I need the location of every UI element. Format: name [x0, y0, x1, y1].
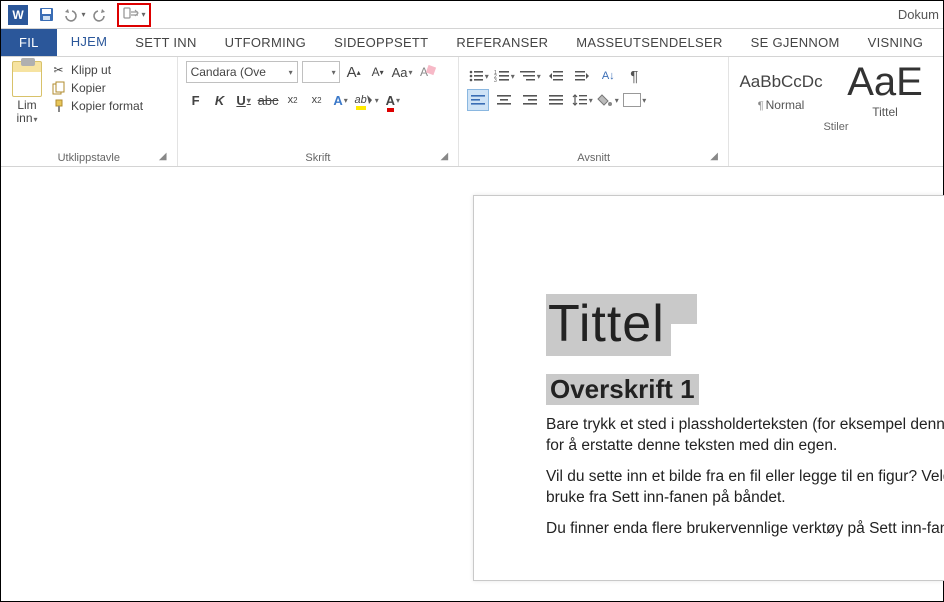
tab-mailings[interactable]: MASSEUTSENDELSER: [562, 29, 736, 56]
brush-icon: [51, 99, 66, 113]
bullets-button[interactable]: ▾: [467, 65, 489, 87]
font-family-value: Candara (Ove: [191, 65, 266, 79]
quick-access-toolbar: W ▾ ▾: [1, 3, 151, 27]
group-clipboard: Lim inn▾ ✂ Klipp ut Kopier: [1, 57, 178, 166]
increase-indent-button[interactable]: [571, 65, 593, 87]
clear-formatting-button[interactable]: A: [417, 61, 437, 83]
selection-tail: [669, 294, 697, 324]
shading-button[interactable]: ▾: [597, 89, 619, 111]
justify-button[interactable]: [545, 89, 567, 111]
style-title-preview: AaE: [847, 65, 923, 99]
tab-layout[interactable]: SIDEOPPSETT: [320, 29, 442, 56]
paste-button[interactable]: Lim inn▾: [9, 61, 45, 124]
paragraph-dialog-launcher-icon[interactable]: ◢: [710, 151, 718, 162]
tab-insert[interactable]: SETT INN: [121, 29, 210, 56]
numbering-button[interactable]: 123▾: [493, 65, 515, 87]
tab-review[interactable]: SE GJENNOM: [737, 29, 854, 56]
multilevel-list-button[interactable]: ▾: [519, 65, 541, 87]
document-area[interactable]: Tittel Overskrift 1 Bare trykk et sted i…: [1, 169, 943, 601]
tab-design[interactable]: UTFORMING: [211, 29, 320, 56]
ribbon: Lim inn▾ ✂ Klipp ut Kopier: [1, 57, 943, 167]
page[interactable]: Tittel Overskrift 1 Bare trykk et sted i…: [473, 195, 944, 581]
scissors-icon: ✂: [51, 63, 66, 77]
font-dialog-launcher-icon[interactable]: ◢: [441, 151, 449, 162]
italic-button[interactable]: K: [210, 89, 230, 111]
doc-paragraph-3[interactable]: Du finner enda flere brukervennlige verk…: [546, 519, 944, 540]
copy-label: Kopier: [71, 81, 106, 95]
format-painter-label: Kopier format: [71, 99, 143, 113]
borders-button[interactable]: ▾: [623, 89, 646, 111]
clipboard-dialog-launcher-icon[interactable]: ◢: [159, 151, 167, 162]
format-painter-button[interactable]: Kopier format: [51, 99, 143, 113]
grow-font-button[interactable]: A▴: [344, 61, 364, 83]
strikethrough-button[interactable]: abc: [258, 89, 279, 111]
superscript-button[interactable]: x2: [307, 89, 327, 111]
save-icon[interactable]: [33, 3, 59, 27]
svg-text:3: 3: [494, 78, 497, 84]
doc-heading1[interactable]: Overskrift 1: [546, 374, 699, 405]
group-font: Candara (Ove▾ ▾ A▴ A▾ Aa▾ A F K U▾ abc x…: [178, 57, 460, 166]
text-effects-button[interactable]: A▾: [331, 89, 351, 111]
copy-icon: [51, 81, 66, 95]
font-color-button[interactable]: A▾: [383, 89, 403, 111]
group-clipboard-label: Utklippstavle ◢: [9, 150, 169, 164]
cut-button[interactable]: ✂ Klipp ut: [51, 63, 143, 77]
cut-label: Klipp ut: [71, 63, 111, 77]
align-right-button[interactable]: [519, 89, 541, 111]
title-bar: W ▾ ▾ Dokum: [1, 1, 943, 29]
align-left-button[interactable]: [467, 89, 489, 111]
ribbon-tabs: FIL HJEM SETT INN UTFORMING SIDEOPPSETT …: [1, 29, 943, 57]
subscript-button[interactable]: x2: [283, 89, 303, 111]
touch-mode-icon[interactable]: ▾: [117, 3, 151, 27]
change-case-button[interactable]: Aa▾: [392, 61, 413, 83]
style-title[interactable]: AaE Tittel: [835, 65, 935, 119]
line-spacing-button[interactable]: ▾: [571, 89, 593, 111]
tab-view[interactable]: VISNING: [854, 29, 938, 56]
font-size-combo[interactable]: ▾: [302, 61, 340, 83]
align-center-button[interactable]: [493, 89, 515, 111]
doc-paragraph-1[interactable]: Bare trykk et sted i plassholderteksten …: [546, 415, 944, 457]
group-styles-label: Stiler: [737, 119, 935, 133]
group-paragraph-label: Avsnitt ◢: [467, 150, 720, 164]
decrease-indent-button[interactable]: [545, 65, 567, 87]
tab-home[interactable]: HJEM: [57, 29, 122, 56]
highlight-button[interactable]: ab ▾: [355, 89, 379, 111]
tab-references[interactable]: REFERANSER: [442, 29, 562, 56]
border-grid-icon: [623, 93, 641, 107]
word-app-icon[interactable]: W: [5, 3, 31, 27]
group-styles: AaBbCcDc ¶Normal AaE Tittel Stiler: [729, 57, 943, 166]
shrink-font-button[interactable]: A▾: [368, 61, 388, 83]
show-marks-button[interactable]: ¶: [623, 65, 645, 87]
clipboard-icon: [12, 61, 42, 97]
redo-icon[interactable]: [89, 3, 115, 27]
doc-title[interactable]: Tittel: [546, 294, 671, 356]
style-title-name: Tittel: [872, 105, 898, 119]
sort-button[interactable]: A↓: [597, 65, 619, 87]
style-normal-preview: AaBbCcDc: [739, 72, 822, 92]
style-normal-name: Normal: [766, 98, 805, 112]
copy-button[interactable]: Kopier: [51, 81, 143, 95]
undo-icon[interactable]: ▾: [61, 3, 87, 27]
bold-button[interactable]: F: [186, 89, 206, 111]
document-name: Dokum: [898, 7, 943, 22]
tab-file[interactable]: FIL: [1, 29, 57, 56]
font-family-combo[interactable]: Candara (Ove▾: [186, 61, 298, 83]
group-font-label: Skrift ◢: [186, 150, 451, 164]
underline-button[interactable]: U▾: [234, 89, 254, 111]
doc-paragraph-2[interactable]: Vil du sette inn et bilde fra en fil ell…: [546, 467, 944, 509]
style-normal[interactable]: AaBbCcDc ¶Normal: [741, 72, 821, 112]
group-paragraph: ▾ 123▾ ▾ A↓ ¶ ▾ ▾ ▾ Avsnitt: [459, 57, 729, 166]
